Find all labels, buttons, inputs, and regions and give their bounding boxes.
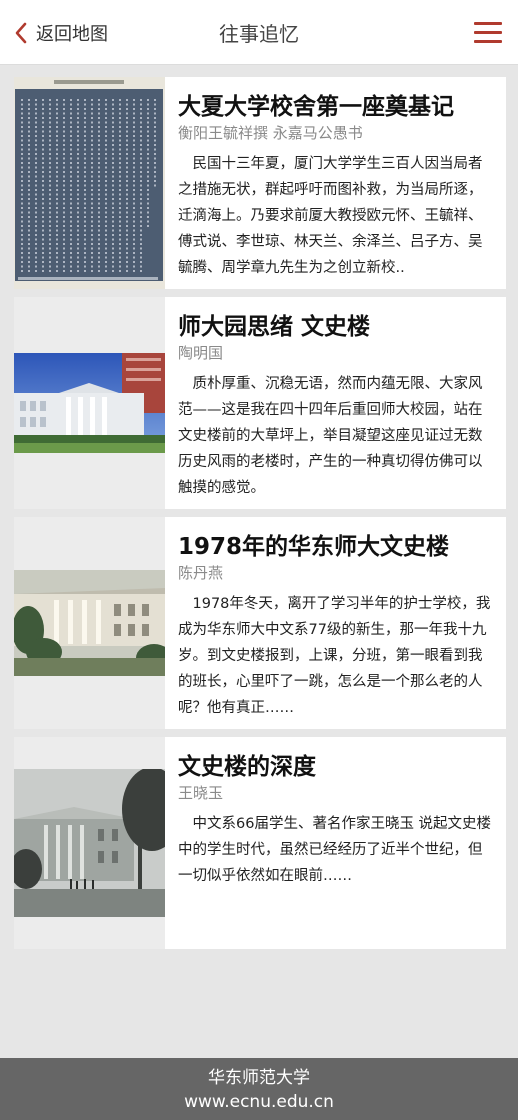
site-footer: 华东师范大学 www.ecnu.edu.cn bbox=[0, 1058, 518, 1120]
building-photo bbox=[14, 769, 165, 917]
article-card[interactable]: 师大园思绪 文史楼 陶明国 质朴厚重、沉稳无语，然而内蕴无限、大家风范——这是我… bbox=[14, 297, 506, 509]
top-bar: 返回地图 往事追忆 bbox=[0, 0, 518, 65]
article-thumbnail bbox=[14, 737, 165, 949]
building-photo bbox=[14, 570, 165, 676]
article-thumbnail bbox=[14, 77, 165, 289]
article-card[interactable]: 1978年的华东师大文史楼 陈丹燕 1978年冬天，离开了学习半年的护士学校，我… bbox=[14, 517, 506, 729]
article-card[interactable]: 大夏大学校舍第一座奠基记 衡阳王毓祥撰 永嘉马公愚书 民国十三年夏，厦门大学学生… bbox=[14, 77, 506, 289]
back-to-map-button[interactable]: 返回地图 bbox=[14, 18, 108, 48]
university-name: 华东师范大学 bbox=[208, 1068, 310, 1088]
article-author: 衡阳王毓祥撰 永嘉马公愚书 bbox=[178, 124, 363, 142]
article-excerpt: 中文系66届学生、著名作家王晓玉 说起文史楼中的学生时代，虽然已经经历了近半个世… bbox=[178, 816, 492, 884]
article-card[interactable]: 文史楼的深度 王晓玉 中文系66届学生、著名作家王晓玉 说起文史楼中的学生时代，… bbox=[14, 737, 506, 949]
article-author: 陶明国 bbox=[178, 344, 224, 362]
article-title: 师大园思绪 文史楼 bbox=[178, 314, 371, 340]
back-label: 返回地图 bbox=[36, 24, 108, 45]
article-excerpt: 质朴厚重、沉稳无语，然而内蕴无限、大家风范——这是我在四十四年后重回师大校园，站… bbox=[178, 376, 483, 496]
chevron-left-icon bbox=[15, 22, 27, 44]
article-title: 文史楼的深度 bbox=[178, 754, 316, 780]
article-thumbnail bbox=[14, 517, 165, 729]
inscription-image bbox=[14, 77, 165, 289]
article-excerpt: 民国十三年夏，厦门大学学生三百人因当局者之措施无状，群起呼吁而图补救，为当局所逐… bbox=[178, 156, 483, 276]
article-author: 王晓玉 bbox=[178, 784, 224, 802]
article-title: 大夏大学校舍第一座奠基记 bbox=[178, 94, 454, 120]
university-url-link[interactable]: www.ecnu.edu.cn bbox=[0, 1091, 518, 1113]
article-list: 大夏大学校舍第一座奠基记 衡阳王毓祥撰 永嘉马公愚书 民国十三年夏，厦门大学学生… bbox=[14, 77, 506, 957]
hamburger-menu-icon[interactable] bbox=[474, 20, 502, 44]
article-title: 1978年的华东师大文史楼 bbox=[178, 534, 450, 560]
article-thumbnail bbox=[14, 297, 165, 509]
article-author: 陈丹燕 bbox=[178, 564, 224, 582]
building-photo bbox=[14, 353, 165, 453]
article-excerpt: 1978年冬天，离开了学习半年的护士学校，我成为华东师大中文系77级的新生，那一… bbox=[178, 596, 491, 716]
